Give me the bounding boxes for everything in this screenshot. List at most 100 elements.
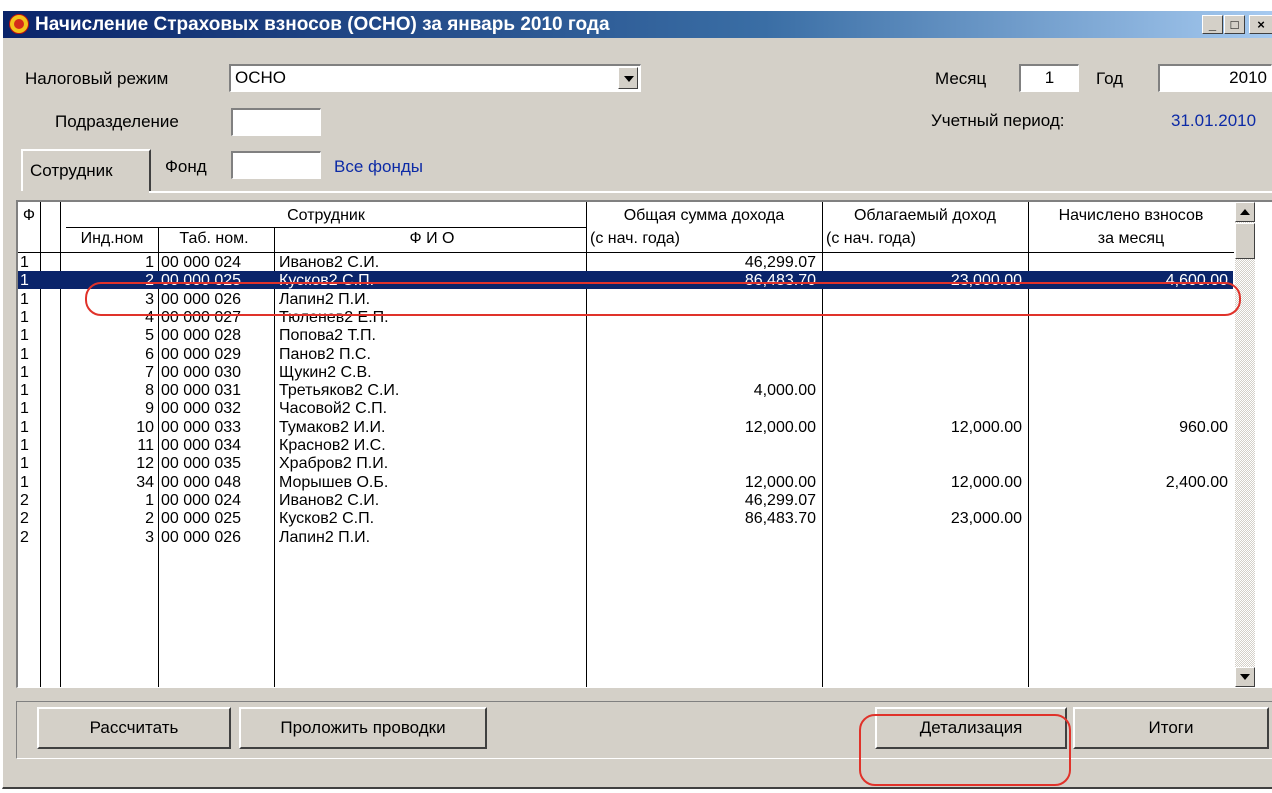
table-cell-income [586, 309, 816, 327]
table-cell-f: 2 [20, 528, 29, 546]
table-cell-ind: 10 [136, 418, 154, 436]
table-cell-accrued [1028, 400, 1228, 418]
col-header-ind[interactable]: Инд.ном [66, 230, 158, 248]
table-cell-f: 1 [20, 345, 29, 363]
scroll-up-icon[interactable] [1235, 202, 1255, 222]
table-cell-taxable [822, 400, 1022, 418]
title-bar[interactable]: Начисление Страховых взносов (ОСНО) за я… [3, 11, 1272, 38]
table-cell-fio: Храбров2 П.И. [279, 455, 389, 473]
table-cell-tab: 00 000 029 [161, 345, 242, 363]
fund-input[interactable] [231, 151, 321, 179]
header-divider [18, 252, 1234, 253]
main-window: Начисление Страховых взносов (ОСНО) за я… [2, 10, 1272, 789]
employees-grid[interactable]: Ф Сотрудник Инд.ном Таб. ном. Ф И О Обща… [16, 200, 1272, 688]
table-cell-fio: Тюленев2 Е.П. [279, 308, 389, 326]
table-cell-income: 46,299.07 [744, 254, 816, 271]
table-cell-accrued [1028, 382, 1228, 400]
table-cell-ind: 1 [145, 491, 154, 509]
table-cell-fio: Лапин2 П.И. [279, 528, 371, 546]
table-cell-ind: 3 [145, 528, 154, 546]
table-cell-tab: 00 000 033 [161, 418, 242, 436]
table-cell-f: 1 [20, 290, 29, 308]
year-input[interactable]: 2010 [1158, 64, 1272, 92]
table-cell-fio: Третьяков2 С.И. [279, 382, 400, 400]
col-header-taxable[interactable]: Облагаемый доход [822, 207, 1028, 225]
table-cell-taxable [822, 455, 1022, 473]
table-cell-tab: 00 000 031 [161, 382, 242, 400]
table-cell-tab: 00 000 024 [161, 254, 242, 271]
col-header-fio[interactable]: Ф И О [278, 230, 586, 248]
table-cell-accrued [1028, 364, 1228, 382]
table-cell-ind: 34 [136, 473, 154, 491]
table-cell-f: 2 [20, 491, 29, 509]
table-cell-f: 1 [20, 272, 29, 290]
table-cell-income [586, 437, 816, 455]
details-button[interactable]: Детализация [875, 707, 1067, 749]
period-value: 31.01.2010 [1171, 111, 1257, 130]
table-cell-tab: 00 000 025 [161, 510, 242, 528]
division-input[interactable] [231, 108, 321, 136]
table-cell-tab: 00 000 026 [161, 528, 242, 546]
post-entries-button[interactable]: Проложить проводки [239, 707, 487, 749]
table-cell-income: 86,483.70 [744, 510, 816, 528]
table-cell-ind: 2 [145, 510, 154, 528]
table-cell-f: 1 [20, 473, 29, 491]
table-cell-tab: 00 000 032 [161, 400, 242, 418]
totals-button[interactable]: Итоги [1073, 707, 1269, 749]
table-cell-income: 12,000.00 [744, 418, 816, 436]
col-header-total-income[interactable]: Общая сумма дохода [586, 207, 822, 225]
table-cell-f: 2 [20, 510, 29, 528]
table-cell-fio: Кусков2 С.П. [279, 510, 375, 528]
table-cell-accrued [1028, 455, 1228, 473]
table-cell-taxable [822, 327, 1022, 345]
table-cell-fio: Лапин2 П.И. [279, 290, 371, 308]
table-cell-fio: Иванов2 С.И. [279, 254, 380, 271]
scroll-thumb[interactable] [1235, 223, 1255, 259]
table-cell-tab: 00 000 027 [161, 308, 242, 326]
table-cell-tab: 00 000 028 [161, 327, 242, 345]
table-cell-ind: 5 [145, 327, 154, 345]
table-cell-taxable: 12,000.00 [950, 418, 1022, 436]
table-cell-fio: Панов2 П.С. [279, 345, 371, 363]
table-cell-f: 1 [20, 363, 29, 381]
calculate-button[interactable]: Рассчитать [37, 707, 231, 749]
col-header-f[interactable]: Ф [18, 207, 40, 225]
tax-mode-select[interactable]: ОСНО [229, 64, 641, 92]
table-cell-taxable [822, 309, 1022, 327]
table-cell-taxable [822, 529, 1022, 547]
table-cell-income [586, 400, 816, 418]
table-cell-taxable [822, 382, 1022, 400]
table-cell-f: 1 [20, 327, 29, 345]
chevron-down-icon[interactable] [618, 67, 638, 89]
header-divider [66, 227, 586, 228]
col-header-accrued[interactable]: Начислено взносов [1028, 207, 1234, 225]
table-cell-fio: Тумаков2 И.И. [279, 418, 386, 436]
table-cell-taxable [822, 291, 1022, 309]
table-cell-fio: Иванов2 С.И. [279, 491, 380, 509]
minimize-button[interactable]: _ [1202, 15, 1223, 34]
table-cell-ind: 9 [145, 400, 154, 418]
table-cell-taxable [822, 492, 1022, 510]
month-label: Месяц [935, 69, 987, 88]
table-cell-accrued [1028, 309, 1228, 327]
all-funds-link[interactable]: Все фонды [334, 157, 423, 177]
vertical-scrollbar[interactable] [1235, 202, 1255, 687]
table-cell-accrued: 4,600.00 [1165, 272, 1228, 290]
table-cell-ind: 1 [145, 254, 154, 271]
table-cell-taxable [822, 437, 1022, 455]
close-button[interactable]: × [1249, 15, 1272, 34]
col-header-accrued-sub: за месяц [1097, 230, 1165, 247]
table-cell-income [586, 529, 816, 547]
button-bar: Рассчитать Проложить проводки Детализаци… [16, 701, 1272, 759]
tab-employee[interactable]: Сотрудник [21, 149, 151, 191]
month-input[interactable]: 1 [1019, 64, 1079, 92]
table-cell-accrued [1028, 492, 1228, 510]
scroll-down-icon[interactable] [1235, 667, 1255, 687]
col-header-taxable-sub: (с нач. года) [826, 230, 916, 247]
table-cell-tab: 00 000 025 [161, 272, 242, 290]
table-cell-income [586, 346, 816, 364]
table-cell-tab: 00 000 026 [161, 290, 242, 308]
maximize-button[interactable]: □ [1224, 15, 1245, 34]
col-header-tab[interactable]: Таб. ном. [158, 230, 270, 248]
table-cell-tab: 00 000 048 [161, 473, 242, 491]
